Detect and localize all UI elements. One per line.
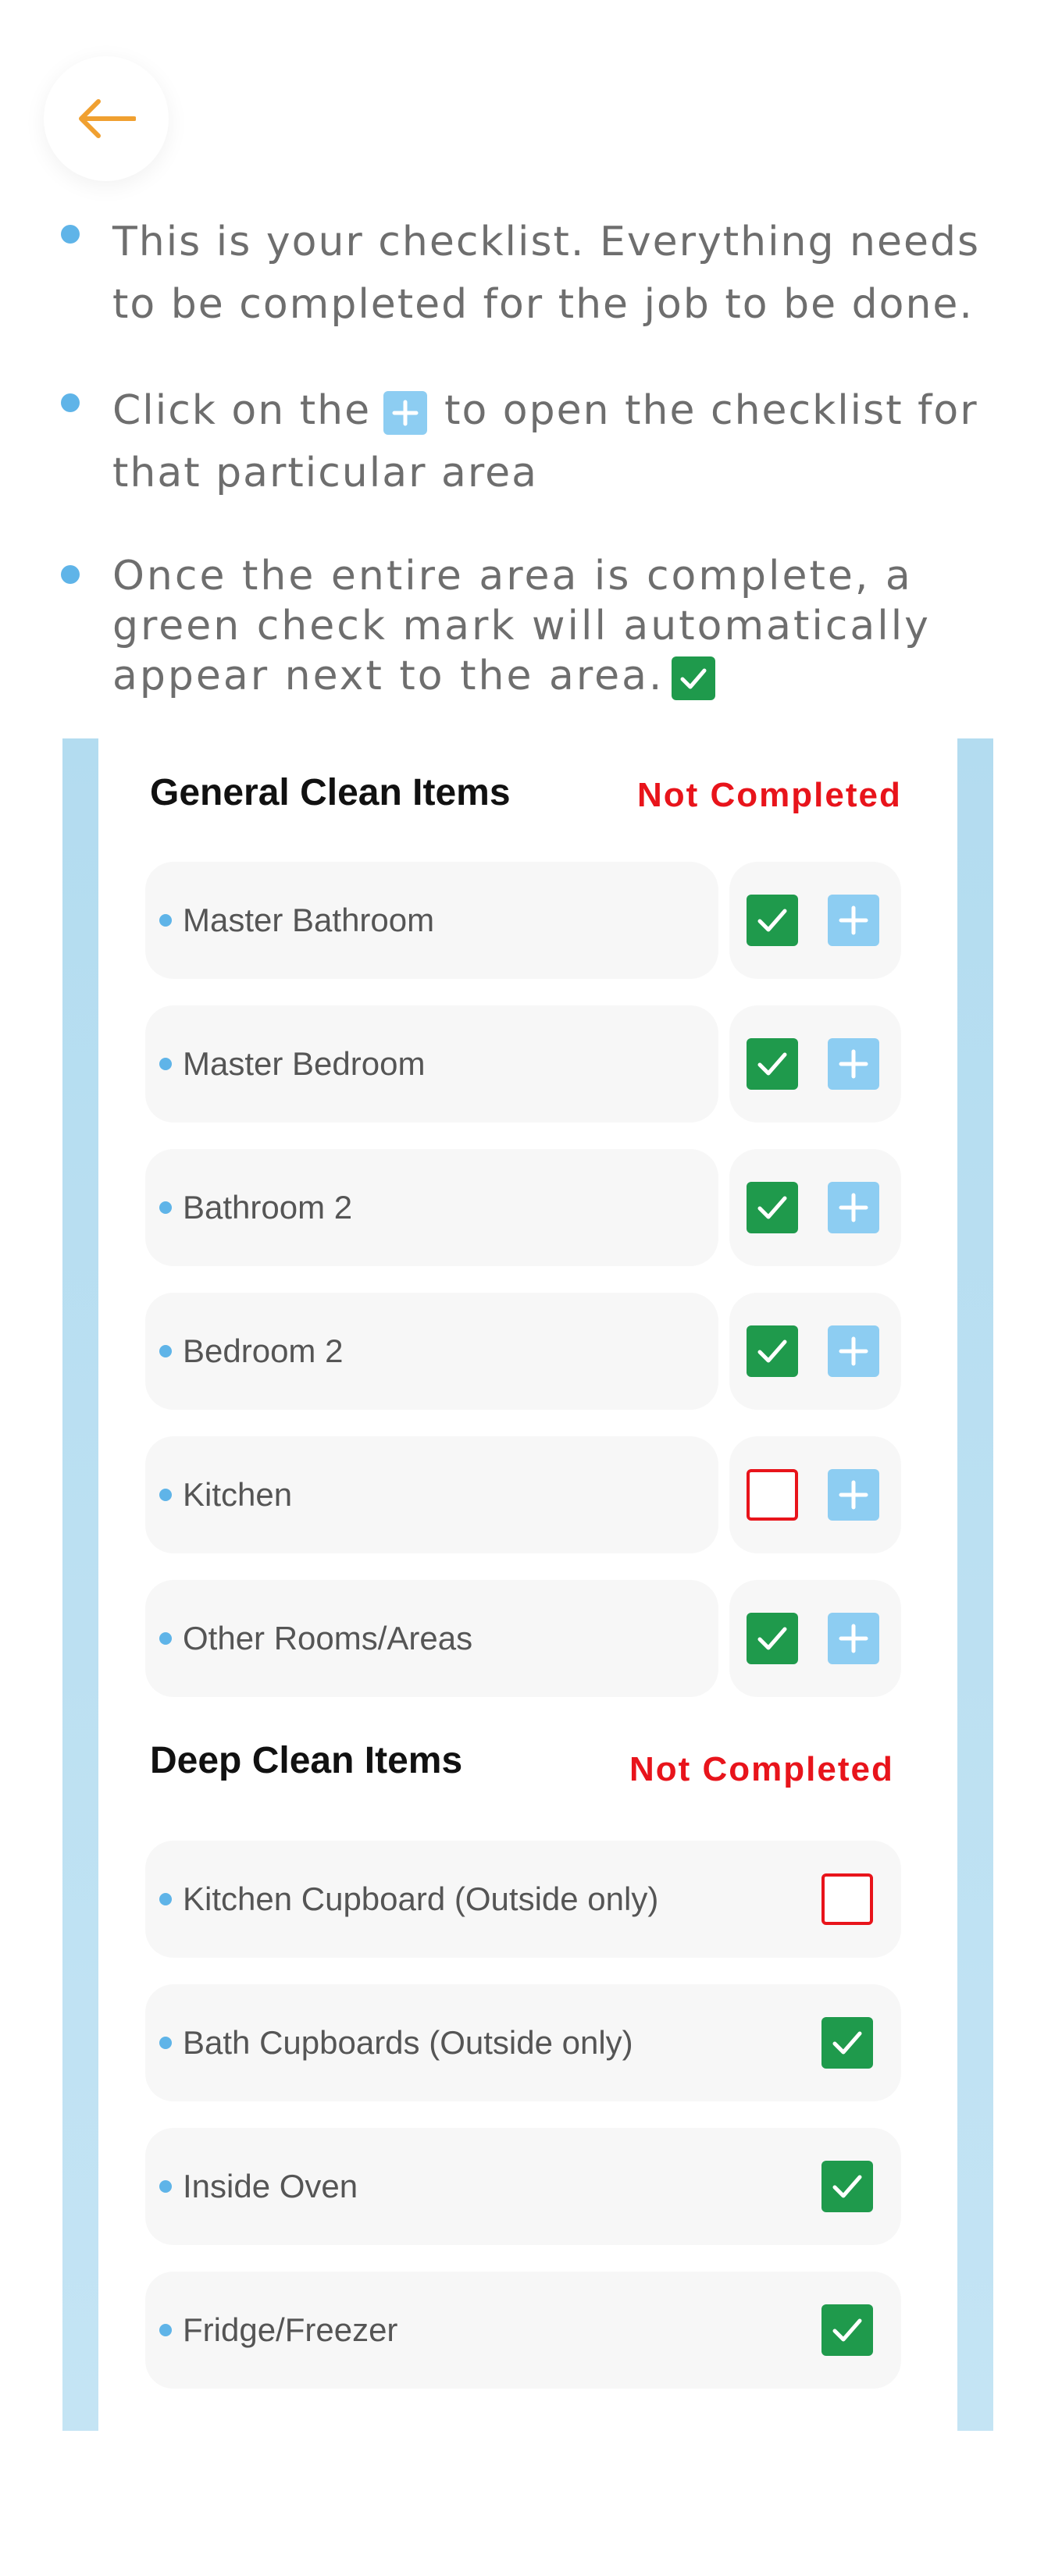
deep-section-title: Deep Clean Items	[150, 1740, 463, 1781]
check-icon	[832, 2318, 862, 2342]
general-section-title: General Clean Items	[150, 772, 511, 813]
checkbox-checked[interactable]	[747, 1038, 798, 1090]
list-item[interactable]: Fridge/Freezer	[145, 2272, 901, 2389]
plus-icon	[839, 1336, 868, 1366]
checkbox-checked[interactable]	[821, 2017, 873, 2069]
checklist-panel: General Clean Items Not Completed Master…	[98, 738, 957, 2431]
list-item-label: Other Rooms/Areas	[183, 1620, 473, 1656]
list-item-label: Bath Cupboards (Outside only)	[183, 2024, 633, 2061]
checkbox-checked[interactable]	[747, 1613, 798, 1664]
list-item-label: Kitchen Cupboard (Outside only)	[183, 1880, 659, 1917]
bullet-dot	[159, 1489, 172, 1501]
plus-icon	[839, 1193, 868, 1222]
bullet-dot	[159, 2037, 172, 2049]
list-item[interactable]: Bathroom 2	[145, 1149, 718, 1266]
back-button[interactable]	[44, 56, 169, 181]
instruction-text: Click on the to open the checklist for t…	[112, 387, 978, 496]
bullet-dot	[159, 1201, 172, 1214]
bullet-dot	[159, 1893, 172, 1905]
bullet-dot	[159, 2180, 172, 2193]
open-area-button[interactable]	[828, 1038, 879, 1090]
list-item-label: Master Bedroom	[183, 1045, 426, 1082]
open-area-button[interactable]	[828, 1325, 879, 1377]
list-item-label: Bathroom 2	[183, 1189, 353, 1226]
check-icon	[757, 1627, 787, 1650]
check-icon	[832, 2031, 862, 2055]
open-area-button[interactable]	[828, 1469, 879, 1521]
list-item-controls	[729, 1005, 901, 1123]
bullet-dot	[159, 2324, 172, 2336]
list-item-controls	[729, 1149, 901, 1266]
list-item-controls	[729, 1293, 901, 1410]
list-item-controls	[729, 1580, 901, 1697]
open-area-button[interactable]	[828, 1182, 879, 1233]
list-item-label: Fridge/Freezer	[183, 2311, 398, 2348]
list-item[interactable]: Other Rooms/Areas	[145, 1580, 718, 1697]
list-item[interactable]: Bath Cupboards (Outside only)	[145, 1984, 901, 2101]
check-icon	[672, 656, 716, 700]
bullet-dot	[159, 1632, 172, 1645]
arrow-left-icon	[77, 99, 136, 138]
list-item-label: Master Bathroom	[183, 902, 435, 938]
bullet-dot	[61, 225, 80, 244]
plus-icon	[383, 391, 428, 435]
checkbox-unchecked[interactable]	[821, 1873, 873, 1925]
list-item[interactable]: Kitchen Cupboard (Outside only)	[145, 1841, 901, 1958]
check-icon	[757, 1340, 787, 1363]
plus-icon	[839, 1049, 868, 1079]
list-item[interactable]: Bedroom 2	[145, 1293, 718, 1410]
checkbox-checked[interactable]	[747, 1182, 798, 1233]
deep-status: Not Completed	[629, 1750, 894, 1788]
bullet-dot	[61, 565, 80, 584]
instruction-text: This is your checklist. Everything needs…	[112, 219, 981, 328]
list-item-label: Kitchen	[183, 1476, 293, 1513]
open-area-button[interactable]	[828, 1613, 879, 1664]
instruction-3: Once the entire area is complete, a gree…	[61, 551, 1037, 701]
instruction-1: This is your checklist. Everything needs…	[61, 211, 1037, 336]
general-status: Not Completed	[637, 776, 902, 814]
checklist-frame: General Clean Items Not Completed Master…	[62, 738, 993, 2431]
plus-icon	[839, 1480, 868, 1510]
bullet-dot	[159, 1058, 172, 1070]
list-item-label: Inside Oven	[183, 2168, 358, 2204]
check-icon	[757, 909, 787, 932]
open-area-button[interactable]	[828, 895, 879, 946]
plus-icon	[839, 906, 868, 935]
list-item[interactable]: Kitchen	[145, 1436, 718, 1553]
check-icon	[757, 1196, 787, 1219]
list-item-label: Bedroom 2	[183, 1332, 344, 1369]
checkbox-checked[interactable]	[747, 1325, 798, 1377]
instruction-2: Click on the to open the checklist for t…	[61, 379, 1037, 504]
checkbox-unchecked[interactable]	[747, 1469, 798, 1521]
list-item[interactable]: Master Bedroom	[145, 1005, 718, 1123]
checkbox-checked[interactable]	[821, 2161, 873, 2212]
check-icon	[832, 2175, 862, 2198]
bullet-dot	[159, 1345, 172, 1357]
check-icon	[757, 1052, 787, 1076]
instruction-text: Once the entire area is complete, a gree…	[112, 553, 931, 700]
list-item[interactable]: Master Bathroom	[145, 862, 718, 979]
bullet-dot	[61, 393, 80, 412]
checkbox-checked[interactable]	[821, 2304, 873, 2356]
list-item-controls	[729, 862, 901, 979]
list-item[interactable]: Inside Oven	[145, 2128, 901, 2245]
bullet-dot	[159, 914, 172, 927]
list-item-controls	[729, 1436, 901, 1553]
checkbox-checked[interactable]	[747, 895, 798, 946]
plus-icon	[839, 1624, 868, 1653]
